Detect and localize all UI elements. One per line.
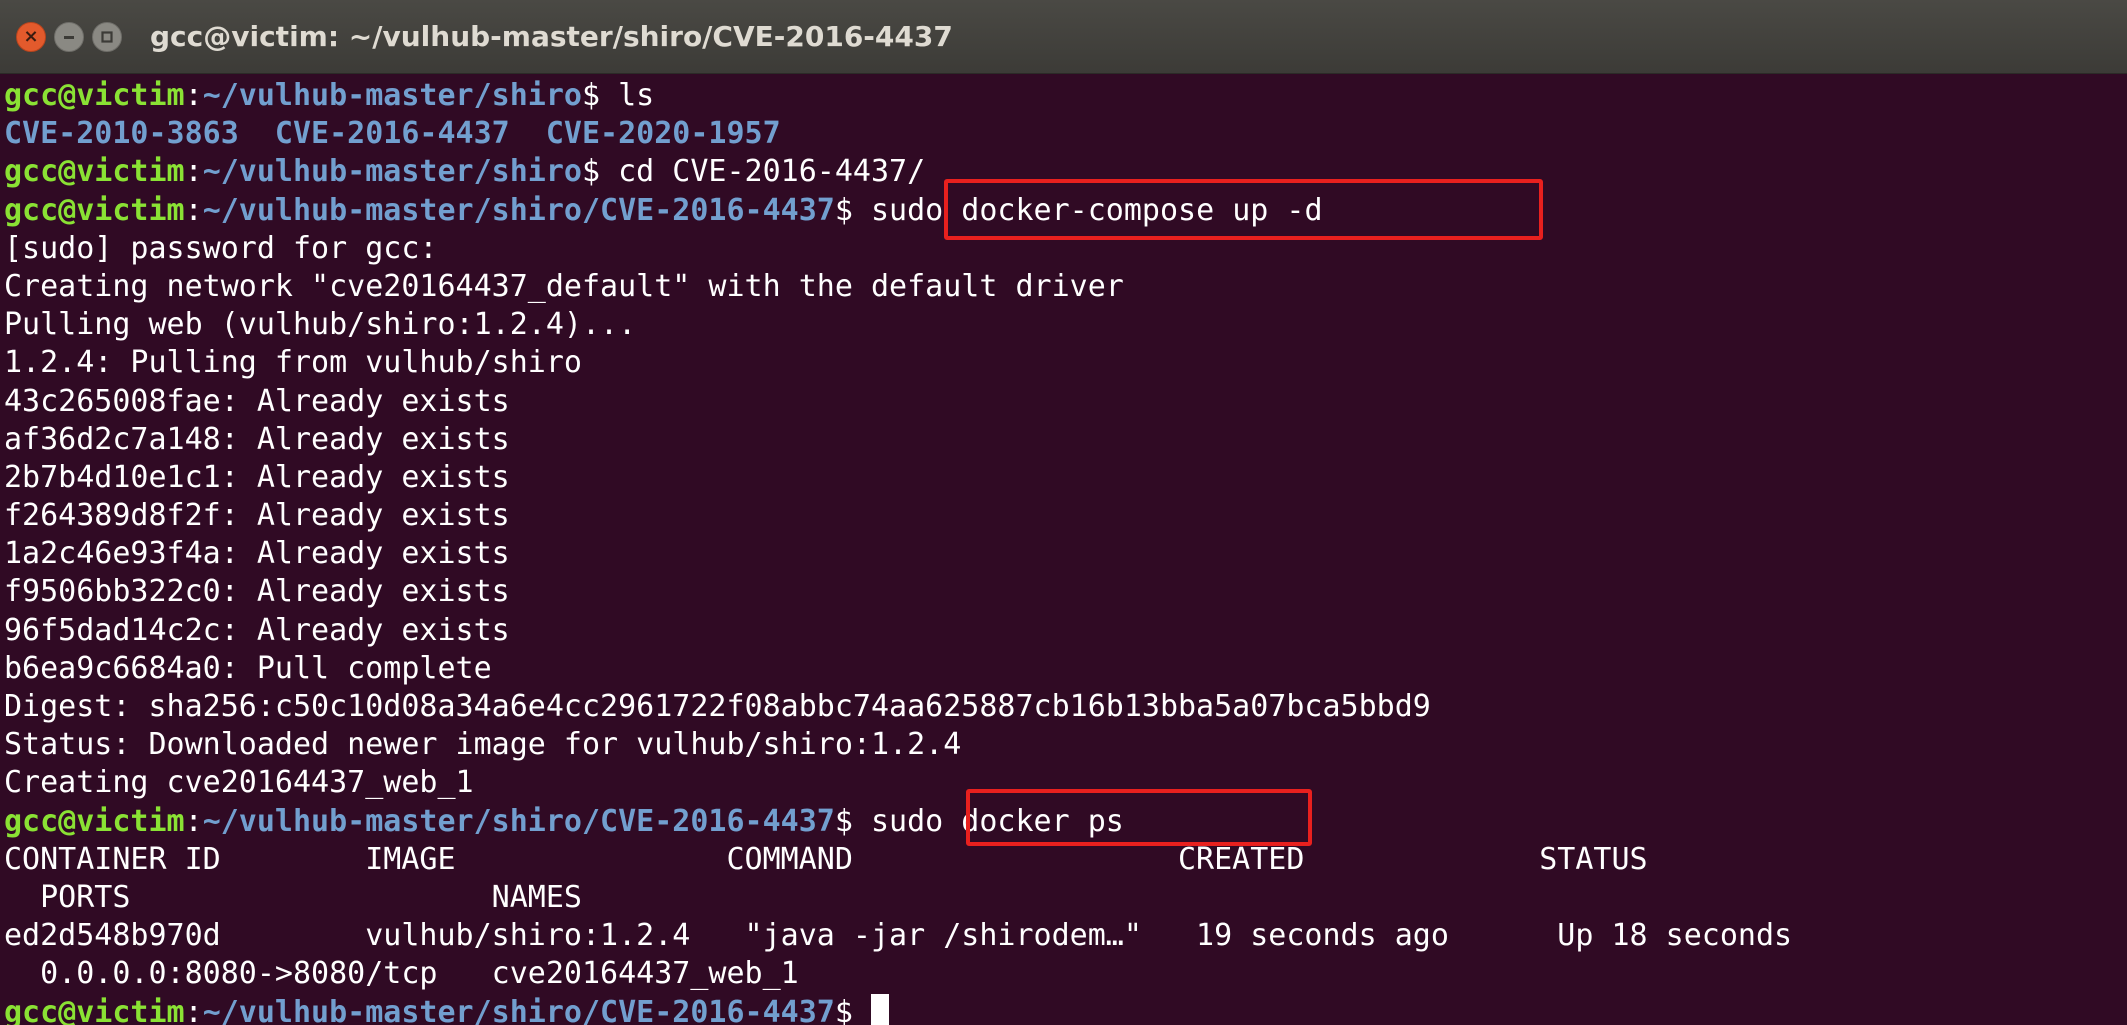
command-text: cd CVE-2016-4437/	[600, 154, 926, 190]
highlight-box-compose-command	[944, 179, 1543, 240]
maximize-icon	[101, 30, 113, 43]
output-text: 43c265008fae: Already exists	[4, 383, 510, 419]
prompt-separator: :	[184, 154, 203, 190]
window-title: gcc@victim: ~/vulhub-master/shiro/CVE-20…	[150, 20, 953, 53]
prompt-user: gcc@victim	[4, 994, 185, 1025]
prompt-symbol: $	[834, 192, 853, 228]
minimize-button[interactable]	[54, 21, 84, 52]
close-icon: ×	[23, 25, 39, 47]
prompt-separator: :	[184, 803, 203, 839]
output-line: 43c265008fae: Already exists	[4, 383, 2127, 421]
highlight-box-ps-command	[966, 789, 1312, 846]
prompt-line: gcc@victim:~/vulhub-master/shiro/CVE-201…	[4, 993, 2127, 1025]
window-controls: ×	[16, 21, 130, 52]
output-text: ed2d548b970d vulhub/shiro:1.2.4 "java -j…	[4, 918, 1793, 954]
output-line: CONTAINER ID IMAGE COMMAND CREATED STATU…	[4, 841, 2127, 879]
output-line: Creating network "cve20164437_default" w…	[4, 268, 2127, 306]
output-line: 1.2.4: Pulling from vulhub/shiro	[4, 344, 2127, 382]
output-line: Status: Downloaded newer image for vulhu…	[4, 726, 2127, 764]
output-line: f264389d8f2f: Already exists	[4, 497, 2127, 535]
output-line: 1a2c46e93f4a: Already exists	[4, 535, 2127, 573]
prompt-symbol: $	[834, 994, 853, 1025]
terminal-window: × gcc@victim: ~/vulhub-master/shiro/CVE-…	[0, 0, 2127, 1025]
prompt-line: gcc@victim:~/vulhub-master/shiro$ ls	[4, 77, 2127, 115]
output-line: ed2d548b970d vulhub/shiro:1.2.4 "java -j…	[4, 917, 2127, 955]
output-text: PORTS NAMES	[4, 879, 582, 915]
minimize-icon	[64, 35, 74, 39]
output-text: 1.2.4: Pulling from vulhub/shiro	[4, 345, 582, 381]
output-line: Pulling web (vulhub/shiro:1.2.4)...	[4, 306, 2127, 344]
output-line: 96f5dad14c2c: Already exists	[4, 612, 2127, 650]
output-text: 0.0.0.0:8080->8080/tcp cve20164437_web_1	[4, 956, 799, 992]
output-line: af36d2c7a148: Already exists	[4, 421, 2127, 459]
prompt-separator: :	[184, 994, 203, 1025]
output-text: f9506bb322c0: Already exists	[4, 574, 510, 610]
prompt-separator: :	[184, 192, 203, 228]
prompt-user: gcc@victim	[4, 192, 185, 228]
prompt-user: gcc@victim	[4, 803, 185, 839]
output-text: b6ea9c6684a0: Pull complete	[4, 650, 492, 686]
output-text: f264389d8f2f: Already exists	[4, 498, 510, 534]
prompt-path: ~/vulhub-master/shiro/CVE-2016-4437	[202, 803, 835, 839]
command-text	[853, 995, 871, 1025]
prompt-symbol: $	[581, 78, 601, 113]
prompt-user: gcc@victim	[4, 154, 185, 190]
output-line: 2b7b4d10e1c1: Already exists	[4, 459, 2127, 497]
output-text: [sudo] password for gcc:	[4, 230, 438, 266]
directory-listing: CVE-2010-3863 CVE-2016-4437 CVE-2020-195…	[4, 115, 2127, 153]
output-line: f9506bb322c0: Already exists	[4, 573, 2127, 611]
output-text: CONTAINER ID IMAGE COMMAND CREATED STATU…	[4, 841, 1648, 877]
output-text: 2b7b4d10e1c1: Already exists	[4, 459, 510, 495]
output-line: 0.0.0.0:8080->8080/tcp cve20164437_web_1	[4, 955, 2127, 993]
prompt-path: ~/vulhub-master/shiro	[202, 154, 582, 190]
prompt-symbol: $	[581, 154, 601, 190]
output-text: Pulling web (vulhub/shiro:1.2.4)...	[4, 307, 637, 343]
output-text: 1a2c46e93f4a: Already exists	[4, 536, 510, 572]
prompt-path: ~/vulhub-master/shiro/CVE-2016-4437	[202, 994, 835, 1025]
output-line: PORTS NAMES	[4, 879, 2127, 917]
title-bar[interactable]: × gcc@victim: ~/vulhub-master/shiro/CVE-…	[0, 0, 2127, 74]
command-text: ls	[600, 78, 655, 113]
prompt-path: ~/vulhub-master/shiro	[202, 78, 582, 113]
output-text: Status: Downloaded newer image for vulhu…	[4, 727, 962, 763]
output-text: 96f5dad14c2c: Already exists	[4, 612, 510, 648]
prompt-separator: :	[184, 78, 203, 113]
maximize-button[interactable]	[92, 21, 122, 52]
directory-names: CVE-2010-3863 CVE-2016-4437 CVE-2020-195…	[4, 116, 781, 152]
output-text: af36d2c7a148: Already exists	[4, 421, 510, 457]
output-text: Creating network "cve20164437_default" w…	[4, 268, 1124, 304]
close-button[interactable]: ×	[16, 21, 46, 52]
output-text: Creating cve20164437_web_1	[4, 765, 474, 801]
prompt-path: ~/vulhub-master/shiro/CVE-2016-4437	[202, 192, 835, 228]
output-line: Digest: sha256:c50c10d08a34a6e4cc2961722…	[4, 688, 2127, 726]
prompt-user: gcc@victim	[4, 78, 185, 113]
text-cursor	[870, 993, 889, 1025]
prompt-symbol: $	[834, 803, 853, 839]
output-text: Digest: sha256:c50c10d08a34a6e4cc2961722…	[4, 689, 1431, 724]
output-line: b6ea9c6684a0: Pull complete	[4, 650, 2127, 688]
